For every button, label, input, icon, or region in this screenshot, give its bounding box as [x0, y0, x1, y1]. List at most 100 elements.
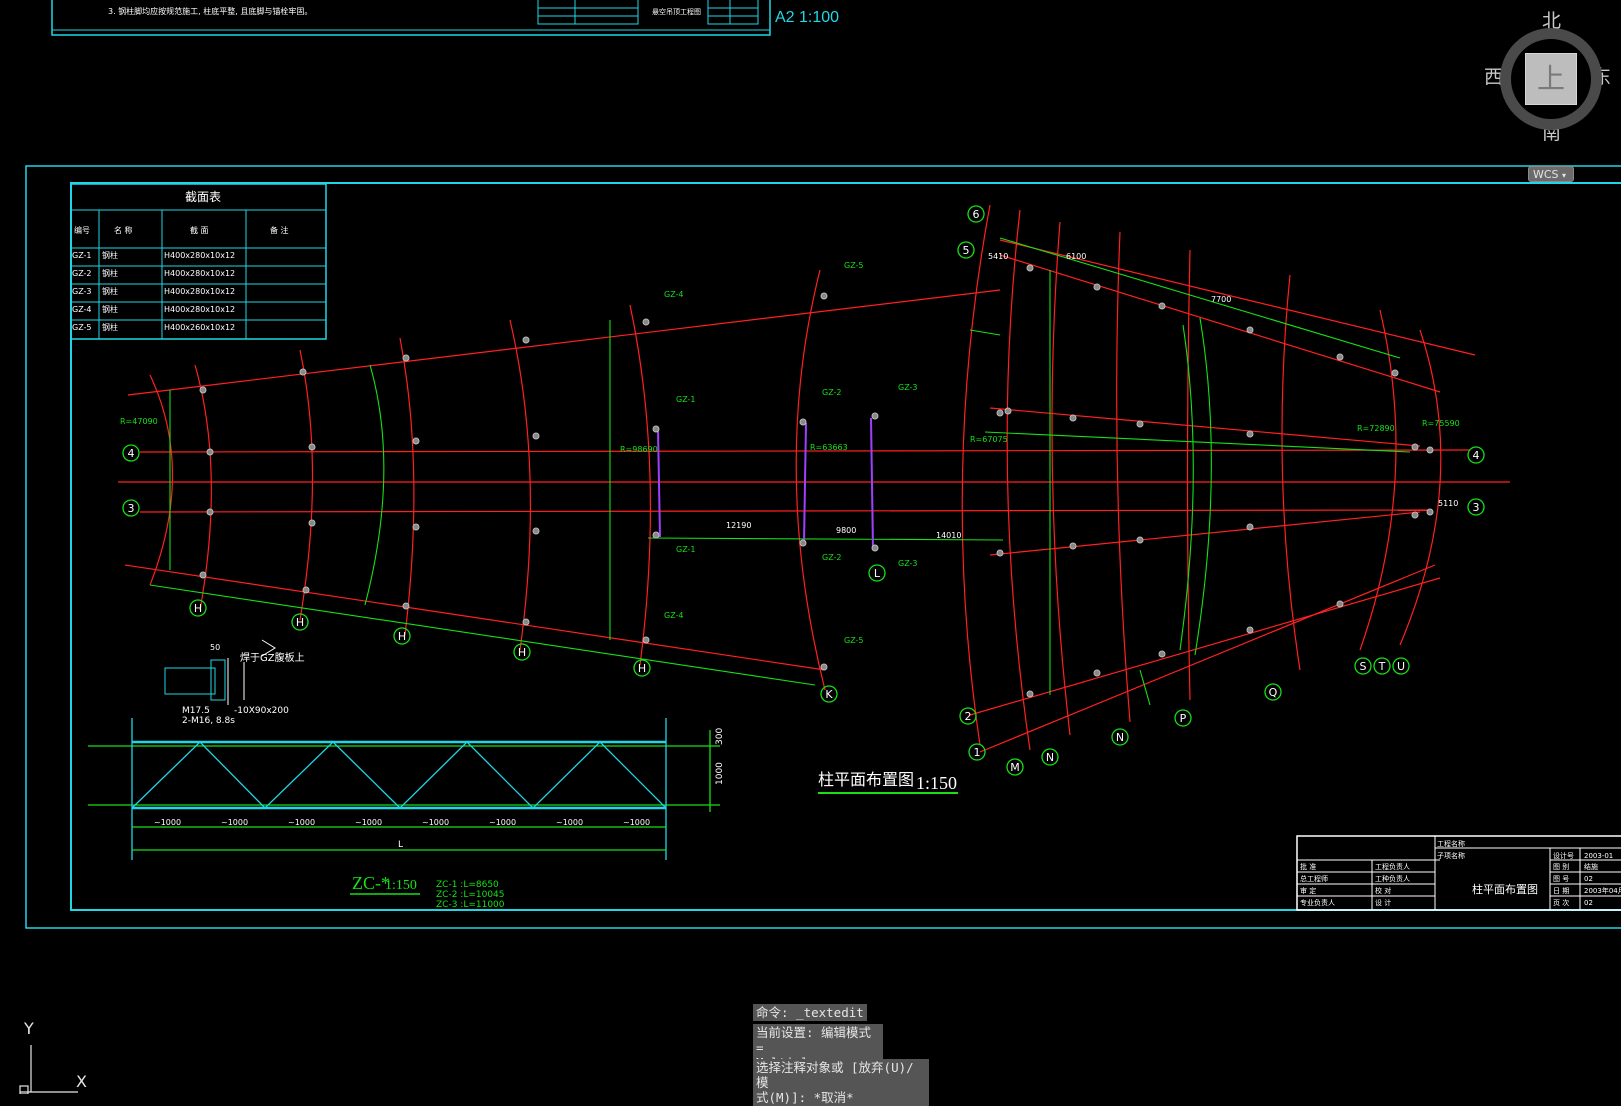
plan-node [820, 663, 828, 671]
plan-node [1136, 420, 1144, 428]
plan-annotation: R=98690 [620, 445, 658, 454]
viewcube-top-face[interactable]: 上 [1525, 53, 1577, 105]
plan-annotation: 7700 [1211, 295, 1231, 304]
plan-node [871, 412, 879, 420]
grid-bubble-label: P [1180, 712, 1187, 725]
command-history-line-1: 命令: _textedit [753, 1004, 867, 1021]
section-table-cell-section: H400x280x10x12 [164, 287, 235, 296]
plan-node [308, 519, 316, 527]
plan-annotation: 12190 [726, 521, 751, 530]
detail-50: 50 [210, 643, 220, 652]
section-table-cell-name: 钢柱 [102, 304, 118, 314]
plan-annotation: GZ-1 [676, 545, 696, 554]
wcs-menu-button[interactable]: WCS ▾ [1528, 166, 1574, 182]
title-block-value: 2003-01 [1584, 852, 1613, 860]
plan-annotation: GZ-5 [844, 636, 864, 645]
plan-node [522, 618, 530, 626]
section-table-header-code: 编号 [74, 225, 90, 235]
plan-node [820, 292, 828, 300]
truss-bay-labels: ~1000 ~1000 ~1000 ~1000 ~1000 ~1000 ~1000 ~1000 [154, 818, 650, 827]
section-table-cell-code: GZ-3 [72, 287, 92, 296]
plan-node [1026, 690, 1034, 698]
title-block-key: 图 别 [1553, 862, 1569, 871]
detail-bolt2: 2-M16, 8.8s [182, 716, 235, 726]
grid-bubble-label: H [638, 662, 646, 675]
section-table-cell-name: 钢柱 [102, 250, 118, 260]
section-table-cell-section: H400x280x10x12 [164, 305, 235, 314]
viewcube[interactable]: 北 西 东 南 上 WCS ▾ [1484, 8, 1619, 188]
plan-node [412, 523, 420, 531]
plan-node [532, 432, 540, 440]
title-block-role: 总工程师 [1300, 874, 1328, 883]
truss-bay-label: ~1000 [422, 818, 449, 827]
plan-annotation: 5410 [988, 252, 1008, 261]
command-history-line-3b: 式(M)]: *取消* [756, 1090, 854, 1105]
detail-bolt1: M17.5 [182, 706, 210, 716]
grid-bubble-label: T [1378, 660, 1386, 673]
truss-bay-label: ~1000 [221, 818, 248, 827]
truss-h1: 300 [715, 728, 725, 745]
plan-node [1069, 542, 1077, 550]
plan-annotation: R=75590 [1422, 419, 1460, 428]
title-block-value: 结施 [1584, 862, 1598, 871]
ucs-x-label: X [76, 1072, 87, 1091]
title-block-key: 日 期 [1553, 887, 1569, 895]
grid-bubble-label: H [194, 602, 202, 615]
title-block-value: 02 [1584, 899, 1593, 907]
grid-bubble-label: H [518, 646, 526, 659]
title-block-role: 专业负责人 [1300, 898, 1335, 907]
plan-node [302, 586, 310, 594]
grid-bubble-label: M [1010, 761, 1020, 774]
title-block-role: 设 计 [1375, 898, 1391, 907]
upper-sheet-frame [51, 0, 771, 36]
grid-bubble-label: 1 [974, 746, 981, 759]
command-history-line-2a: 当前设置: 编辑模式 = [756, 1025, 872, 1055]
grid-bubble-label: 4 [128, 447, 135, 460]
plan-grid-bubbles: 4 3 4 3 6 5 2 1 H H H H H K L M N N P Q S T U [122, 205, 1485, 776]
section-table [70, 183, 327, 340]
plan-annotation: GZ-5 [844, 261, 864, 270]
truss-bay-label: ~1000 [355, 818, 382, 827]
plan-node [799, 539, 807, 547]
plan-annotation: R=72890 [1357, 424, 1395, 433]
section-table-cell-code: GZ-1 [72, 251, 92, 260]
plan-annotation: 14010 [936, 531, 961, 540]
title-block-role: 工程负责人 [1375, 862, 1410, 871]
section-table-cell-section: H400x280x10x12 [164, 269, 235, 278]
plan-annotation: 6100 [1066, 252, 1086, 261]
plan-node [1004, 407, 1012, 415]
plan-annotation: R=63663 [810, 443, 848, 452]
title-block-role: 审 定 [1300, 886, 1316, 895]
plan-node [1246, 523, 1254, 531]
grid-bubble-label: N [1116, 731, 1124, 744]
ucs-icon [19, 1045, 78, 1094]
plan-node [1246, 430, 1254, 438]
title-block-subitem-label: 子项名称 [1437, 851, 1465, 860]
plan-node [402, 602, 410, 610]
truss-bay-label: ~1000 [623, 818, 650, 827]
plan-node [206, 448, 214, 456]
plan-node [532, 527, 540, 535]
plan-annotation: GZ-3 [898, 559, 918, 568]
plan-node [1426, 446, 1434, 454]
plan-node [996, 549, 1004, 557]
title-block-key: 设计号 [1553, 851, 1574, 860]
grid-bubble-label: 4 [1473, 449, 1480, 462]
section-table-cell-section: H400x280x10x12 [164, 251, 235, 260]
plan-node [1026, 264, 1034, 272]
plan-node [642, 636, 650, 644]
plan-node [299, 368, 307, 376]
title-block-role: 工种负责人 [1375, 874, 1410, 883]
ucs-y-label: Y [24, 1019, 34, 1038]
title-block-role: 校 对 [1375, 886, 1391, 895]
plan-annotation: GZ-1 [676, 395, 696, 404]
plan-column-tags: GZ-1 GZ-1 GZ-2 GZ-2 GZ-3 GZ-3 GZ-4 GZ-4 GZ-5 GZ-5… [120, 252, 1460, 645]
plan-node [1158, 650, 1166, 658]
truss-bay-label: ~1000 [154, 818, 181, 827]
grid-bubble-label: 6 [973, 208, 980, 221]
plan-node [1246, 626, 1254, 634]
section-table-cell-section: H400x260x10x12 [164, 323, 235, 332]
plan-annotation: GZ-2 [822, 388, 842, 397]
truss-len-1: ZC-1 :L=8650 [436, 880, 499, 890]
drawing-canvas[interactable]: 3. 钢柱脚均应按规范施工, 柱底平整, 且底脚与锚栓牢固。 悬空吊顶工程图 截… [0, 0, 1621, 1094]
